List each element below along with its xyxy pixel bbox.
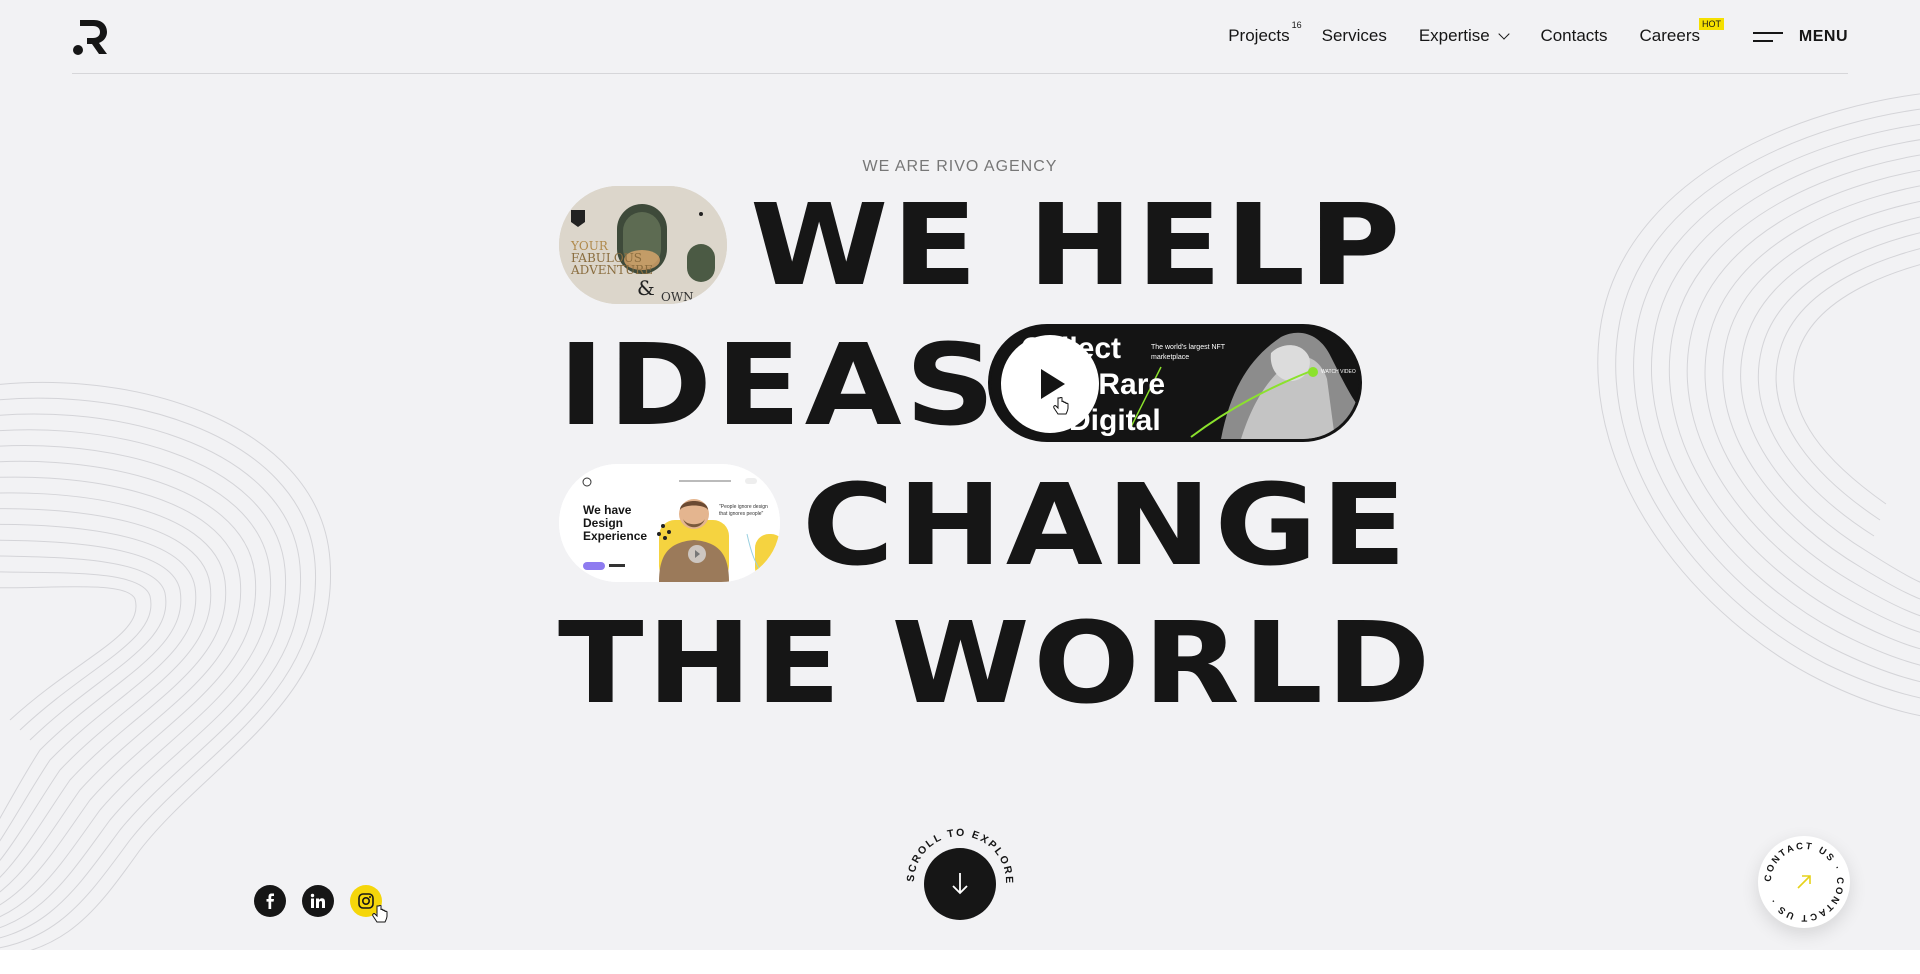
play-icon	[1041, 369, 1065, 399]
hero-page: Projects 16 Services Expertise Contacts …	[0, 0, 1920, 950]
nav-projects-label: Projects	[1228, 26, 1290, 45]
nft-sub-2: marketplace	[1151, 354, 1190, 361]
facebook-link[interactable]	[254, 885, 286, 917]
design-quote: "People ignore design that ignores peopl…	[719, 504, 768, 518]
adventure-text-3: ADVENTURE	[571, 263, 653, 277]
watch-video-label: WATCH VIDEO	[1321, 369, 1356, 375]
design-quote-1: "People ignore design	[719, 504, 768, 510]
hot-badge: HOT	[1699, 18, 1724, 30]
nft-sub-1: The world's largest NFT	[1151, 344, 1226, 351]
linkedin-icon	[310, 893, 325, 908]
facebook-icon	[266, 893, 274, 909]
hero-eyebrow: WE ARE RIVO AGENCY	[862, 158, 1058, 175]
adventure-amp: &	[637, 276, 655, 300]
design-quote-2: that ignores people"	[719, 511, 764, 517]
nav-careers[interactable]: Careers HOT	[1639, 18, 1724, 46]
hero-line-1: WE HELP	[750, 181, 1404, 311]
chevron-down-icon	[1498, 28, 1511, 40]
menu-label: MENU	[1798, 28, 1848, 45]
contact-ring: CONTACT US · CONTACT US ·	[1763, 841, 1843, 923]
nav-projects[interactable]: Projects 16	[1228, 20, 1301, 46]
linkedin-link[interactable]	[302, 885, 334, 917]
nav-contacts[interactable]: Contacts	[1540, 26, 1607, 46]
menu-button[interactable]: MENU	[1752, 28, 1848, 46]
arrow-up-right-icon	[1797, 875, 1811, 889]
projects-count: 16	[1291, 20, 1302, 30]
nav-expertise[interactable]: Expertise	[1418, 26, 1511, 46]
nav-contacts-label: Contacts	[1540, 26, 1608, 45]
nft-subtitle: The world's largest NFT marketplace	[1151, 343, 1225, 363]
social-links	[254, 885, 382, 917]
main-nav: Projects 16 Services Expertise Contacts …	[1196, 18, 1724, 46]
nav-services-label: Services	[1321, 26, 1387, 45]
project-thumb-adventure[interactable]: YOUR FABULOUS ADVENTURE & OWN	[559, 186, 727, 304]
play-button[interactable]	[1001, 335, 1099, 433]
hero-line-3: CHANGE	[802, 461, 1410, 591]
site-header: Projects 16 Services Expertise Contacts …	[72, 0, 1848, 74]
hand-cursor-icon	[1053, 397, 1069, 415]
hero-line-2: IDEAS	[558, 321, 999, 451]
contact-us-button[interactable]: CONTACT US · CONTACT US ·	[1758, 836, 1850, 928]
hamburger-icon	[1752, 31, 1783, 43]
design-line-3: Experience	[583, 529, 648, 543]
nav-careers-label: Careers	[1639, 26, 1700, 45]
nav-expertise-label: Expertise	[1418, 26, 1490, 45]
logo-icon	[73, 20, 107, 55]
adventure-caption: YOUR FABULOUS ADVENTURE	[571, 240, 653, 276]
video-thumb-nft[interactable]: Collect Super Rare Digital The world's l…	[988, 324, 1362, 442]
logo[interactable]	[72, 18, 110, 56]
arrow-down-icon	[952, 873, 968, 895]
scroll-to-explore[interactable]: SCROLL TO EXPLORE	[898, 828, 1022, 950]
hand-cursor-icon	[372, 905, 388, 923]
design-headline: We have Design Experience	[583, 504, 647, 543]
scroll-down-button[interactable]	[924, 848, 996, 920]
nav-services[interactable]: Services	[1322, 26, 1387, 46]
project-thumb-design[interactable]: We have Design Experience "People ignore…	[559, 464, 780, 582]
adventure-own: OWN	[661, 290, 694, 304]
hero-line-4: THE WORLD	[558, 599, 1434, 729]
